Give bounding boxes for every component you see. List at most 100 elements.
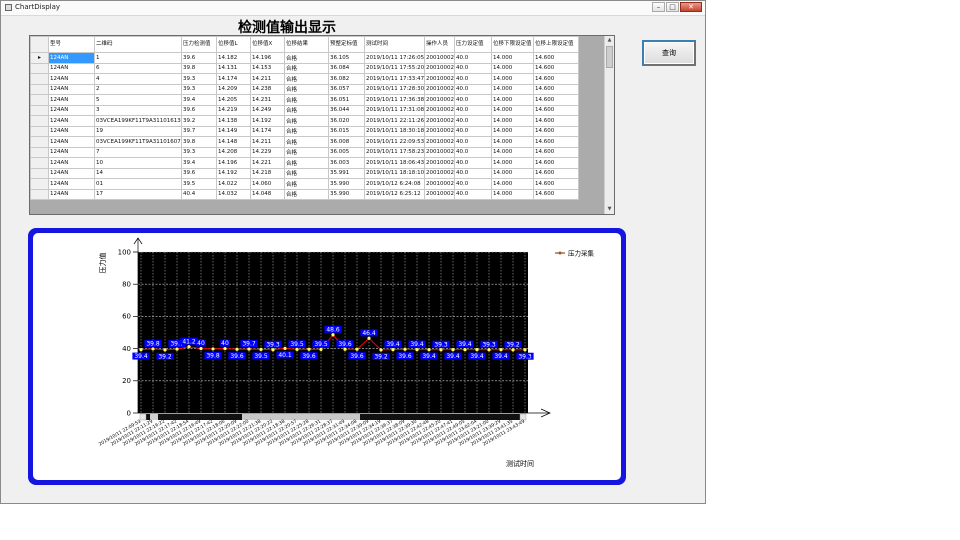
- table-cell[interactable]: 14.000: [491, 83, 534, 95]
- table-cell[interactable]: 合格: [284, 146, 329, 158]
- table-cell[interactable]: 14.149: [216, 125, 251, 137]
- table-cell[interactable]: 36.084: [328, 62, 365, 74]
- table-cell[interactable]: 2019/10/11 17:58:23: [364, 146, 425, 158]
- column-header[interactable]: 位移结果: [284, 36, 329, 53]
- table-cell[interactable]: 14.000: [491, 136, 534, 148]
- row-header[interactable]: [30, 157, 49, 169]
- table-cell[interactable]: 2019/10/11 22:11:26: [364, 115, 425, 127]
- scroll-down-icon[interactable]: ▼: [605, 205, 614, 214]
- table-cell[interactable]: 40.0: [454, 104, 492, 116]
- query-button[interactable]: 查询: [642, 40, 696, 66]
- table-cell[interactable]: 14.219: [216, 104, 251, 116]
- table-cell[interactable]: 合格: [284, 104, 329, 116]
- column-header[interactable]: 测试时间: [364, 36, 425, 53]
- table-cell[interactable]: 合格: [284, 115, 329, 127]
- table-cell[interactable]: 合格: [284, 136, 329, 148]
- table-cell[interactable]: 14.600: [533, 115, 579, 127]
- table-cell[interactable]: 39.4: [181, 157, 217, 169]
- table-cell[interactable]: 20010002: [424, 62, 455, 74]
- row-header[interactable]: [30, 94, 49, 106]
- table-cell[interactable]: 4: [94, 73, 182, 85]
- table-cell[interactable]: 39.5: [181, 178, 217, 190]
- table-row[interactable]: 124AN 2 39.3 14.209 14.238 合格 36.057 2019/10/11…: [30, 83, 579, 95]
- table-cell[interactable]: 39.6: [181, 104, 217, 116]
- table-cell[interactable]: 14.000: [491, 94, 534, 106]
- table-cell[interactable]: 40.0: [454, 188, 492, 200]
- table-cell[interactable]: 14.000: [491, 178, 534, 190]
- maximize-button[interactable]: □: [666, 2, 679, 12]
- table-cell[interactable]: 14.205: [216, 94, 251, 106]
- table-cell[interactable]: 36.044: [328, 104, 365, 116]
- table-cell[interactable]: 14.600: [533, 52, 579, 64]
- table-cell[interactable]: 20010002: [424, 52, 455, 64]
- table-cell[interactable]: 2019/10/11 18:30:18: [364, 125, 425, 137]
- column-header[interactable]: 位移值L: [216, 36, 251, 53]
- table-cell[interactable]: 36.105: [328, 52, 365, 64]
- table-cell[interactable]: 2019/10/12 6:25:12: [364, 188, 425, 200]
- table-row[interactable]: 124AN 10 39.4 14.196 14.221 合格 36.003 2019/10/1…: [30, 157, 579, 169]
- table-cell[interactable]: 14.600: [533, 104, 579, 116]
- table-cell[interactable]: 14.600: [533, 62, 579, 74]
- table-cell[interactable]: 2: [94, 83, 182, 95]
- row-header[interactable]: [30, 83, 49, 95]
- table-cell[interactable]: 40.0: [454, 136, 492, 148]
- row-header[interactable]: [30, 62, 49, 74]
- table-cell[interactable]: 124AN: [48, 167, 95, 179]
- table-cell[interactable]: 40.0: [454, 83, 492, 95]
- table-cell[interactable]: 36.082: [328, 73, 365, 85]
- column-header[interactable]: 压力检测值: [181, 36, 217, 53]
- close-button[interactable]: ✕: [680, 2, 702, 12]
- table-cell[interactable]: 01: [94, 178, 182, 190]
- table-cell[interactable]: 39.3: [181, 73, 217, 85]
- table-cell[interactable]: 39.3: [181, 146, 217, 158]
- table-cell[interactable]: 14.000: [491, 52, 534, 64]
- table-cell[interactable]: 124AN: [48, 188, 95, 200]
- table-cell[interactable]: 14.600: [533, 178, 579, 190]
- table-row[interactable]: ▸ 124AN 1 39.6 14.182 14.196 合格 36.105 2019/10/1…: [30, 52, 579, 64]
- table-cell[interactable]: 14.231: [250, 94, 285, 106]
- table-cell[interactable]: 14.238: [250, 83, 285, 95]
- vertical-scrollbar[interactable]: ▲ ▼: [604, 36, 614, 214]
- column-header[interactable]: 位移下限设定值: [491, 36, 534, 53]
- table-cell[interactable]: 03VCEA199KF11T9A31101607: [94, 136, 182, 148]
- table-cell[interactable]: 14.600: [533, 73, 579, 85]
- column-header[interactable]: 二维码: [94, 36, 182, 53]
- table-cell[interactable]: 36.051: [328, 94, 365, 106]
- scroll-thumb[interactable]: [606, 46, 613, 68]
- table-cell[interactable]: 2019/10/12 6:24:08: [364, 178, 425, 190]
- table-cell[interactable]: 39.3: [181, 83, 217, 95]
- table-cell[interactable]: 2019/10/11 17:28:30: [364, 83, 425, 95]
- table-cell[interactable]: 20010002: [424, 83, 455, 95]
- table-cell[interactable]: 39.6: [181, 52, 217, 64]
- table-cell[interactable]: 124AN: [48, 94, 95, 106]
- table-cell[interactable]: 14.211: [250, 136, 285, 148]
- table-cell[interactable]: 39.7: [181, 125, 217, 137]
- table-cell[interactable]: 6: [94, 62, 182, 74]
- table-row[interactable]: 124AN 4 39.3 14.174 14.211 合格 36.082 2019/10/11…: [30, 73, 579, 85]
- table-cell[interactable]: 36.057: [328, 83, 365, 95]
- table-cell[interactable]: 20010002: [424, 115, 455, 127]
- table-cell[interactable]: 14.000: [491, 146, 534, 158]
- table-cell[interactable]: 20010002: [424, 136, 455, 148]
- table-cell[interactable]: 14.000: [491, 157, 534, 169]
- table-cell[interactable]: 36.003: [328, 157, 365, 169]
- table-cell[interactable]: 36.008: [328, 136, 365, 148]
- table-cell[interactable]: 10: [94, 157, 182, 169]
- row-header[interactable]: [30, 146, 49, 158]
- row-header[interactable]: [30, 115, 49, 127]
- column-header[interactable]: 型号: [48, 36, 95, 53]
- table-cell[interactable]: 14.192: [216, 167, 251, 179]
- table-cell[interactable]: 14.148: [216, 136, 251, 148]
- table-row[interactable]: 124AN 6 39.8 14.131 14.153 合格 36.084 2019/10/11…: [30, 62, 579, 74]
- column-header[interactable]: 位移上限设定值: [533, 36, 579, 53]
- table-row[interactable]: 124AN 14 39.6 14.192 14.218 合格 35.991 2019/10/1…: [30, 167, 579, 179]
- table-cell[interactable]: 124AN: [48, 178, 95, 190]
- table-cell[interactable]: 合格: [284, 52, 329, 64]
- table-cell[interactable]: 14.000: [491, 125, 534, 137]
- table-cell[interactable]: 36.015: [328, 125, 365, 137]
- table-cell[interactable]: 20010002: [424, 167, 455, 179]
- table-cell[interactable]: 合格: [284, 178, 329, 190]
- table-cell[interactable]: 合格: [284, 62, 329, 74]
- minimize-button[interactable]: –: [652, 2, 665, 12]
- column-header[interactable]: 预整定标值: [328, 36, 365, 53]
